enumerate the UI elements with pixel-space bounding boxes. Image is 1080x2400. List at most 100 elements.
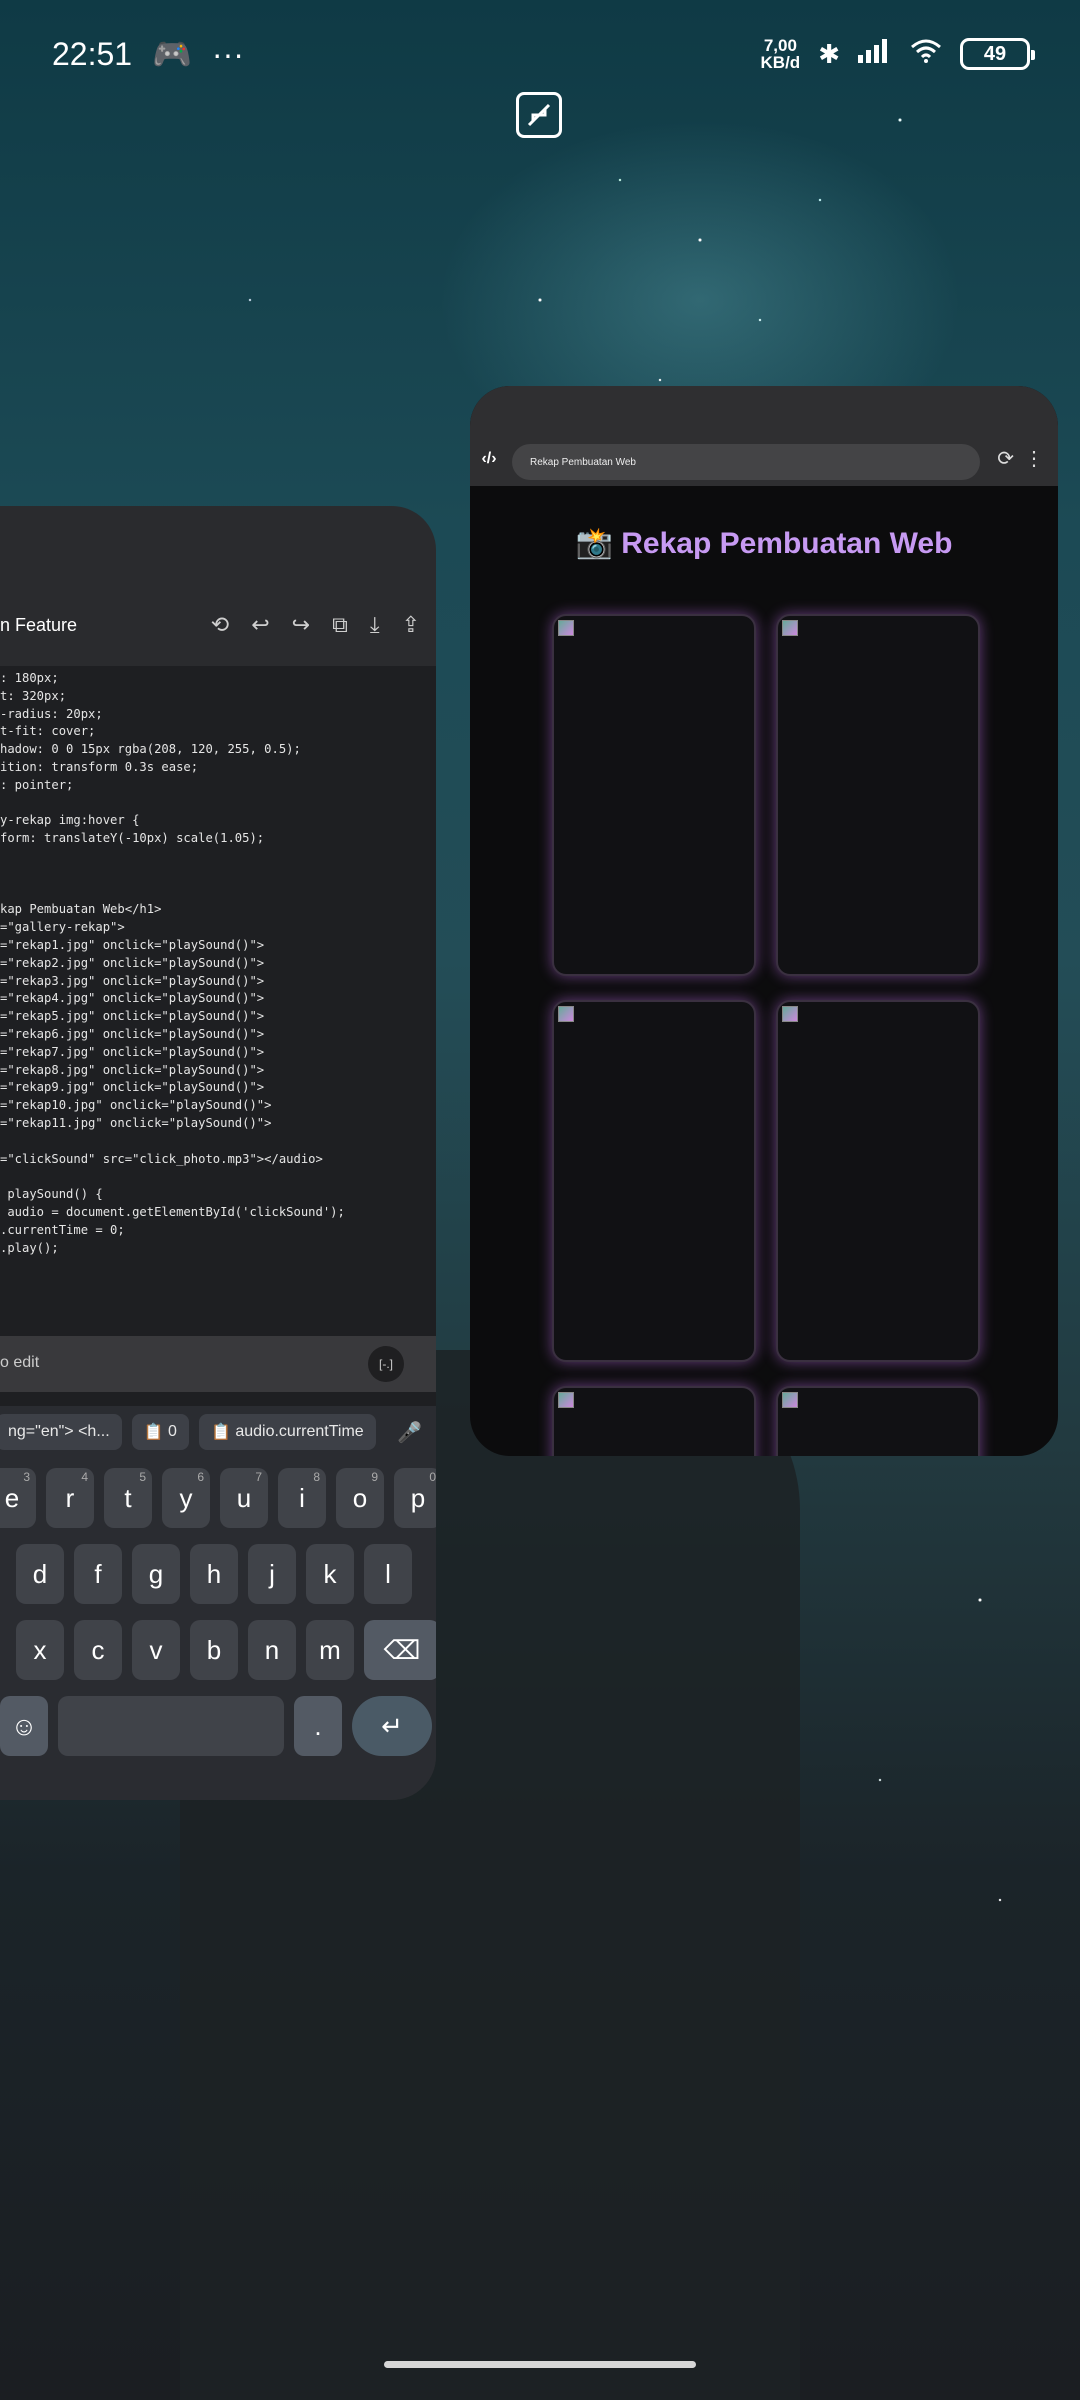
key-x[interactable]: x bbox=[16, 1620, 64, 1680]
enter-key[interactable]: ↵ bbox=[352, 1696, 432, 1756]
key-b[interactable]: b bbox=[190, 1620, 238, 1680]
key-hint: 6 bbox=[197, 1470, 204, 1484]
key-g[interactable]: g bbox=[132, 1544, 180, 1604]
code-line: ="rekap7.jpg" onclick="playSound()"> bbox=[0, 1044, 265, 1059]
gallery-image[interactable] bbox=[552, 614, 756, 976]
key-label: g bbox=[148, 1558, 164, 1589]
key-y[interactable]: y6 bbox=[162, 1468, 210, 1528]
key-m[interactable]: m bbox=[306, 1620, 354, 1680]
key-u[interactable]: u7 bbox=[220, 1468, 268, 1528]
code-line: hadow: 0 0 15px rgba(208, 120, 255, 0.5)… bbox=[0, 742, 301, 757]
key-label: e bbox=[4, 1482, 20, 1513]
emoji-key[interactable]: ☺ bbox=[0, 1696, 48, 1756]
code-area[interactable]: : 180px; t: 320px; -radius: 20px; t-fit: co… bbox=[0, 666, 436, 1436]
code-line: .currentTime = 0; bbox=[0, 1222, 125, 1237]
key-hint: 8 bbox=[313, 1470, 320, 1484]
key-hint: 5 bbox=[139, 1470, 146, 1484]
gallery-image[interactable] bbox=[552, 1386, 756, 1456]
gallery-image[interactable] bbox=[776, 1000, 980, 1362]
battery-icon: 49 bbox=[960, 38, 1035, 70]
clock: 22:51 bbox=[52, 35, 133, 72]
code-line: t-fit: cover; bbox=[0, 724, 96, 739]
code-line: y-rekap img:hover { bbox=[0, 813, 140, 828]
more-options-icon[interactable]: ⋮ bbox=[1024, 446, 1044, 471]
history-icon[interactable]: ⟲ bbox=[211, 612, 229, 638]
key-n[interactable]: n bbox=[248, 1620, 296, 1680]
key-hint: 7 bbox=[255, 1470, 262, 1484]
suggestion-text: audio.currentTime bbox=[235, 1423, 364, 1440]
suggestion-chip[interactable]: 📋 0 bbox=[131, 1414, 189, 1450]
code-format-button[interactable]: [-.] bbox=[368, 1346, 404, 1382]
edit-prompt-placeholder: o edit bbox=[0, 1354, 40, 1371]
key-e[interactable]: e3 bbox=[0, 1468, 36, 1528]
resize-window-icon[interactable] bbox=[516, 92, 562, 138]
code-line: audio = document.getElementById('clickSo… bbox=[0, 1204, 345, 1219]
key-h[interactable]: h bbox=[190, 1544, 238, 1604]
space-key[interactable] bbox=[58, 1696, 284, 1756]
key-t[interactable]: t5 bbox=[104, 1468, 152, 1528]
key-i[interactable]: i8 bbox=[278, 1468, 326, 1528]
code-line: t: 320px; bbox=[0, 688, 67, 703]
clipboard-icon: 📋 bbox=[210, 1424, 236, 1441]
key-label: o bbox=[352, 1482, 368, 1513]
backspace-key[interactable]: ⌫ bbox=[364, 1620, 436, 1680]
key-label: c bbox=[91, 1634, 105, 1665]
bluetooth-icon: ✱ bbox=[818, 38, 840, 69]
code-line: ="clickSound" src="click_photo.mp3"></au… bbox=[0, 1151, 323, 1166]
code-line: form: translateY(-10px) scale(1.05); bbox=[0, 831, 265, 846]
key-k[interactable]: k bbox=[306, 1544, 354, 1604]
key-label: b bbox=[206, 1634, 222, 1665]
net-speed-unit: KB/d bbox=[760, 53, 801, 72]
code-line: playSound() { bbox=[0, 1187, 103, 1202]
suggestion-chip[interactable]: ng="en"> <h... bbox=[0, 1414, 122, 1450]
key-label: y bbox=[179, 1482, 193, 1513]
microphone-icon[interactable]: 🎤 bbox=[397, 1420, 422, 1445]
copy-icon[interactable]: ⧉ bbox=[332, 612, 348, 638]
suggestion-text: 0 bbox=[168, 1423, 177, 1440]
code-line: ="rekap4.jpg" onclick="playSound()"> bbox=[0, 991, 265, 1006]
key-p[interactable]: p0 bbox=[394, 1468, 436, 1528]
key-label: i bbox=[299, 1482, 305, 1513]
editor-toolbar: n Feature ⟲ ↩ ↪ ⧉ ⤓ ⇪ bbox=[0, 586, 436, 664]
key-v[interactable]: v bbox=[132, 1620, 180, 1680]
battery-level: 49 bbox=[983, 42, 1007, 65]
gallery-image[interactable] bbox=[552, 1000, 756, 1362]
period-key[interactable]: . bbox=[294, 1696, 342, 1756]
key-l[interactable]: l bbox=[364, 1544, 412, 1604]
code-editor-window[interactable]: n Feature ⟲ ↩ ↪ ⧉ ⤓ ⇪ : 180px; t: 320px; -… bbox=[0, 506, 436, 1800]
redo-icon[interactable]: ↪ bbox=[292, 612, 310, 638]
game-controller-icon: 🎮 bbox=[152, 36, 192, 72]
code-line: ="rekap8.jpg" onclick="playSound()"> bbox=[0, 1062, 265, 1077]
key-r[interactable]: r4 bbox=[46, 1468, 94, 1528]
clipboard-icon: 📋 bbox=[143, 1424, 169, 1441]
code-line: ="rekap5.jpg" onclick="playSound()"> bbox=[0, 1009, 265, 1024]
edit-prompt-bar[interactable]: o edit [-.] bbox=[0, 1336, 436, 1392]
key-j[interactable]: j bbox=[248, 1544, 296, 1604]
undo-icon[interactable]: ↩ bbox=[251, 612, 269, 638]
code-icon[interactable]: ‹/› bbox=[478, 448, 500, 470]
key-label: r bbox=[65, 1482, 75, 1513]
key-label: j bbox=[269, 1558, 275, 1589]
code-line: : 180px; bbox=[0, 671, 59, 685]
gallery-image[interactable] bbox=[776, 1386, 980, 1456]
home-indicator[interactable] bbox=[384, 2361, 696, 2368]
key-d[interactable]: d bbox=[16, 1544, 64, 1604]
share-icon[interactable]: ⇪ bbox=[402, 612, 420, 638]
code-line: ="rekap6.jpg" onclick="playSound()"> bbox=[0, 1026, 265, 1041]
code-line: ="rekap9.jpg" onclick="playSound()"> bbox=[0, 1080, 265, 1095]
key-o[interactable]: o9 bbox=[336, 1468, 384, 1528]
keyboard: ng="en"> <h... 📋 0 📋 audio.currentTime 🎤… bbox=[0, 1406, 436, 1800]
key-f[interactable]: f bbox=[74, 1544, 122, 1604]
code-line: : pointer; bbox=[0, 777, 74, 792]
url-bar[interactable]: Rekap Pembuatan Web bbox=[512, 444, 980, 480]
download-icon[interactable]: ⤓ bbox=[370, 612, 380, 638]
page-title: 📸 Rekap Pembuatan Web bbox=[575, 527, 953, 560]
key-c[interactable]: c bbox=[74, 1620, 122, 1680]
browser-window[interactable]: ‹/› Rekap Pembuatan Web ⟳ ⋮ 📸 Rekap Pemb… bbox=[470, 386, 1058, 1456]
code-line: ition: transform 0.3s ease; bbox=[0, 759, 199, 774]
gallery-image[interactable] bbox=[776, 614, 980, 976]
key-hint: 0 bbox=[429, 1470, 436, 1484]
suggestion-chip[interactable]: 📋 audio.currentTime bbox=[198, 1414, 376, 1450]
reload-icon[interactable]: ⟳ bbox=[997, 446, 1014, 471]
